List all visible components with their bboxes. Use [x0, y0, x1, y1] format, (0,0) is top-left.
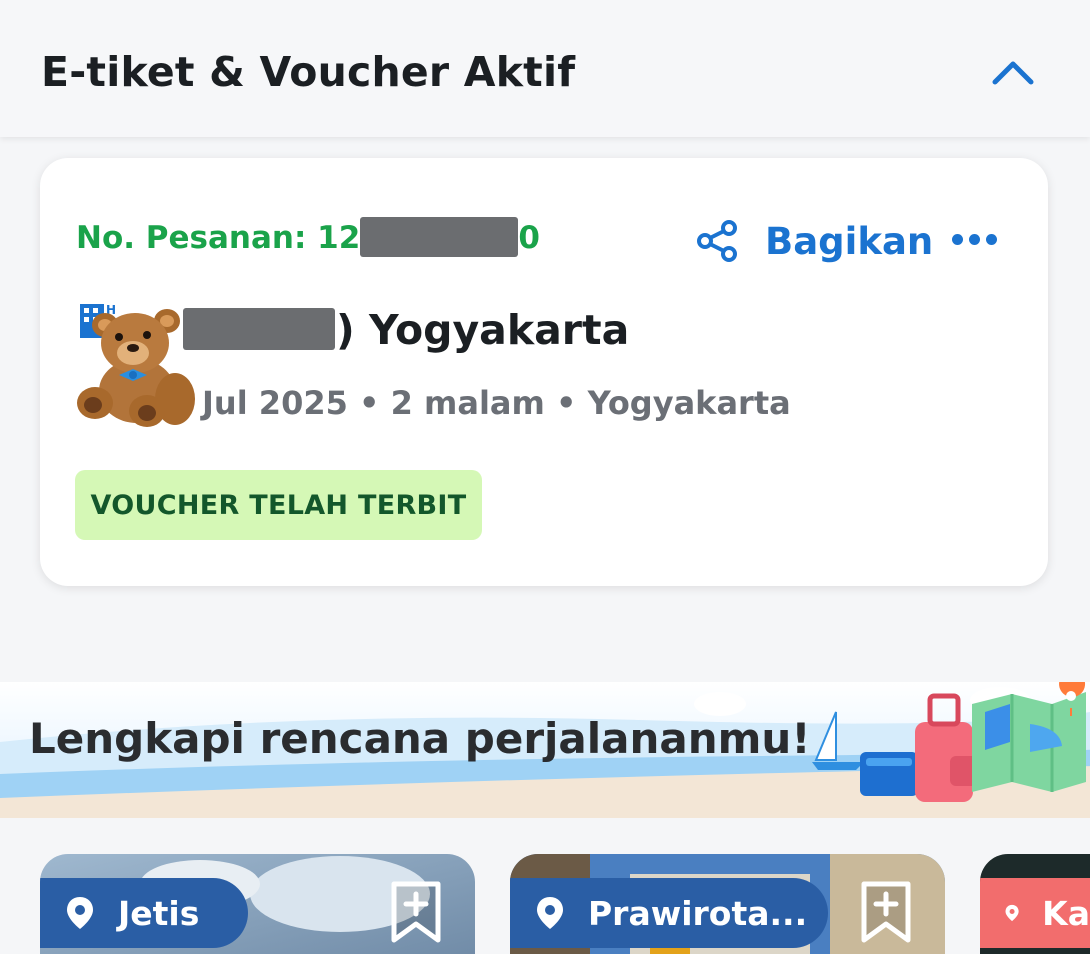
redacted-block [360, 216, 519, 257]
destination-cards: Jetis Prawirota... Ka [0, 818, 1090, 954]
teddy-bear-sticker [77, 309, 195, 427]
destination-card[interactable]: Prawirota... [510, 854, 945, 954]
trip-plan-banner[interactable]: Lengkapi rencana perjalananmu! [0, 682, 1090, 818]
bookmark-add-icon[interactable] [390, 880, 442, 944]
hotel-name: ) Yogyakarta [336, 306, 630, 354]
section-title: E-tiket & Voucher Aktif [41, 48, 576, 96]
order-number: No. Pesanan: 12 0 [76, 216, 540, 257]
redacted-block [183, 308, 335, 350]
location-pin-icon [67, 897, 93, 929]
location-pill: Jetis [40, 878, 248, 948]
location-label: Ka [1042, 893, 1090, 933]
share-icon [697, 220, 737, 262]
share-label: Bagikan [765, 219, 934, 263]
order-number-suffix: 0 [518, 220, 540, 256]
more-dot [969, 234, 980, 245]
destination-card[interactable]: Ka [980, 854, 1090, 954]
more-options-button[interactable] [952, 228, 1004, 252]
more-dots-icon [952, 234, 963, 245]
destination-card[interactable]: Jetis [40, 854, 475, 954]
section-header: E-tiket & Voucher Aktif [0, 0, 1090, 137]
location-label: Prawirota... [588, 893, 808, 933]
share-button[interactable]: Bagikan [695, 218, 933, 264]
status-badge: VOUCHER TELAH TERBIT [75, 470, 482, 540]
banner-title: Lengkapi rencana perjalananmu! [29, 714, 811, 763]
location-pin-icon [537, 897, 563, 929]
location-pill: Ka [980, 878, 1090, 948]
more-dot [986, 234, 997, 245]
order-number-prefix: No. Pesanan: 12 [76, 220, 361, 256]
bookmark-add-icon[interactable] [860, 880, 912, 944]
chevron-up-icon[interactable] [990, 56, 1036, 88]
location-pin-icon [1005, 904, 1019, 922]
trip-info: Jul 2025 • 2 malam • Yogyakarta [202, 384, 791, 422]
location-pill: Prawirota... [510, 878, 828, 948]
location-label: Jetis [118, 893, 200, 933]
booking-card[interactable]: No. Pesanan: 12 0 Bagikan H) Yogyakarta… [40, 158, 1048, 586]
